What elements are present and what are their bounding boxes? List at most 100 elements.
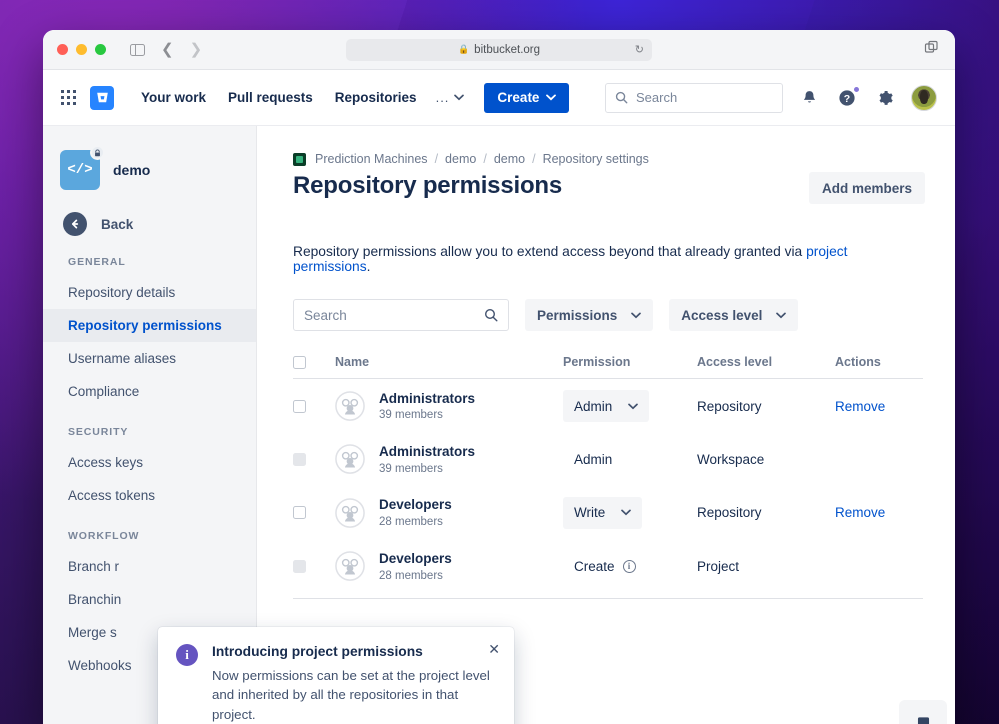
- table-header-row: Name Permission Access level Actions: [293, 347, 923, 379]
- repo-icon-glyph: </>: [67, 162, 92, 178]
- help-widget-icon[interactable]: [899, 700, 947, 724]
- description-suffix: .: [367, 259, 371, 274]
- project-icon: [293, 153, 306, 166]
- minimize-window-button[interactable]: [76, 44, 87, 55]
- show-tabs-icon[interactable]: [924, 40, 939, 60]
- search-icon: [484, 308, 498, 322]
- access-level-filter-dropdown[interactable]: Access level: [669, 299, 798, 331]
- row-access-level: Project: [697, 540, 835, 598]
- sidebar-item-compliance[interactable]: Compliance: [43, 375, 256, 408]
- row-permission-cell: Admin: [563, 433, 697, 486]
- create-button[interactable]: Create: [484, 83, 569, 113]
- table-row: Developers 28 members Create i Projec: [293, 540, 923, 598]
- chevron-down-icon: [776, 312, 786, 319]
- group-name: Developers: [379, 497, 452, 514]
- close-icon[interactable]: ✕: [488, 642, 500, 656]
- help-icon[interactable]: ?: [835, 86, 859, 110]
- info-icon[interactable]: i: [623, 560, 636, 573]
- sidebar-item-branch-restrictions[interactable]: Branch r: [43, 550, 256, 583]
- column-header-name: Name: [335, 347, 563, 379]
- filter-bar: Search Permissions Access level: [293, 299, 925, 331]
- select-all-checkbox[interactable]: [293, 356, 306, 369]
- breadcrumb-item-repository[interactable]: demo: [494, 152, 525, 166]
- breadcrumb-item-settings[interactable]: Repository settings: [543, 152, 649, 166]
- browser-titlebar: ❮ ❯ 🔒 bitbucket.org ↻: [43, 30, 955, 70]
- column-header-permission: Permission: [563, 347, 697, 379]
- lock-icon: [90, 145, 105, 160]
- bitbucket-logo-icon[interactable]: [90, 86, 114, 110]
- breadcrumb-separator: /: [435, 152, 438, 166]
- repository-header[interactable]: </> demo: [43, 142, 256, 190]
- permission-dropdown[interactable]: Admin: [563, 390, 649, 422]
- page-title: Repository permissions: [293, 172, 562, 200]
- app-switcher-icon[interactable]: [61, 90, 76, 105]
- avatar[interactable]: [911, 85, 937, 111]
- sidebar-item-repository-details[interactable]: Repository details: [43, 276, 256, 309]
- sidebar-item-username-aliases[interactable]: Username aliases: [43, 342, 256, 375]
- close-window-button[interactable]: [57, 44, 68, 55]
- breadcrumb-item-workspace[interactable]: Prediction Machines: [315, 152, 428, 166]
- row-action-cell: [835, 540, 923, 598]
- add-members-button[interactable]: Add members: [809, 172, 925, 204]
- row-checkbox[interactable]: [293, 506, 306, 519]
- sidebar-section-workflow: WORKFLOW: [43, 530, 256, 542]
- permission-value: Admin: [563, 452, 612, 467]
- nav-more-menu[interactable]: ...: [428, 84, 473, 111]
- sidebar-item-access-tokens[interactable]: Access tokens: [43, 479, 256, 512]
- nav-link-repositories[interactable]: Repositories: [324, 84, 428, 111]
- breadcrumb-separator: /: [483, 152, 486, 166]
- info-icon: i: [176, 644, 198, 666]
- maximize-window-button[interactable]: [95, 44, 106, 55]
- sidebar-toggle-icon[interactable]: [130, 44, 145, 56]
- lock-icon: 🔒: [458, 44, 469, 55]
- reload-icon[interactable]: ↻: [635, 43, 644, 56]
- bell-icon[interactable]: [797, 86, 821, 110]
- nav-more-label: ...: [436, 90, 450, 105]
- toast-title: Introducing project permissions: [212, 644, 496, 659]
- sidebar-item-access-keys[interactable]: Access keys: [43, 446, 256, 479]
- create-button-label: Create: [497, 90, 539, 105]
- row-select-cell: [293, 433, 335, 486]
- address-bar[interactable]: 🔒 bitbucket.org ↻: [346, 39, 652, 61]
- row-select-cell: [293, 379, 335, 434]
- toast-body: Now permissions can be set at the projec…: [212, 666, 496, 724]
- group-name: Developers: [379, 551, 452, 568]
- row-name-cell: Developers 28 members: [335, 540, 563, 598]
- permissions-filter-dropdown[interactable]: Permissions: [525, 299, 653, 331]
- svg-text:?: ?: [844, 93, 850, 105]
- permission-value: Create: [574, 559, 615, 574]
- nav-link-your-work[interactable]: Your work: [130, 84, 217, 111]
- group-avatar-icon: [335, 551, 365, 581]
- chevron-down-icon: [631, 312, 641, 319]
- row-checkbox[interactable]: [293, 400, 306, 413]
- remove-button[interactable]: Remove: [835, 399, 885, 414]
- group-avatar-icon: [335, 444, 365, 474]
- group-avatar-icon: [335, 391, 365, 421]
- sidebar-item-branching-model[interactable]: Branchin: [43, 583, 256, 616]
- url-text: bitbucket.org: [474, 44, 540, 56]
- global-search-input[interactable]: Search: [605, 83, 783, 113]
- forward-navigation-icon[interactable]: ❯: [190, 42, 203, 57]
- sidebar-item-repository-permissions[interactable]: Repository permissions: [43, 309, 256, 342]
- chevron-down-icon: [546, 94, 556, 101]
- column-header-actions: Actions: [835, 347, 923, 379]
- group-name: Administrators: [379, 444, 475, 461]
- row-permission-cell: Admin: [563, 379, 697, 434]
- search-input[interactable]: Search: [293, 299, 509, 331]
- back-navigation-icon[interactable]: ❮: [161, 42, 174, 57]
- permission-readonly: Create i: [563, 559, 636, 574]
- table-row: Administrators 39 members Admin Workspac…: [293, 433, 923, 486]
- chevron-down-icon: [454, 94, 464, 101]
- back-button[interactable]: Back: [43, 212, 256, 236]
- row-action-cell: [835, 433, 923, 486]
- breadcrumb-item-project[interactable]: demo: [445, 152, 476, 166]
- row-select-cell: [293, 486, 335, 540]
- row-access-level: Repository: [697, 486, 835, 540]
- permission-dropdown[interactable]: Write: [563, 497, 642, 529]
- select-all-header: [293, 347, 335, 379]
- remove-button[interactable]: Remove: [835, 505, 885, 520]
- breadcrumb-separator: /: [532, 152, 535, 166]
- gear-icon[interactable]: [873, 86, 897, 110]
- nav-link-pull-requests[interactable]: Pull requests: [217, 84, 324, 111]
- sidebar-section-general: GENERAL: [43, 256, 256, 268]
